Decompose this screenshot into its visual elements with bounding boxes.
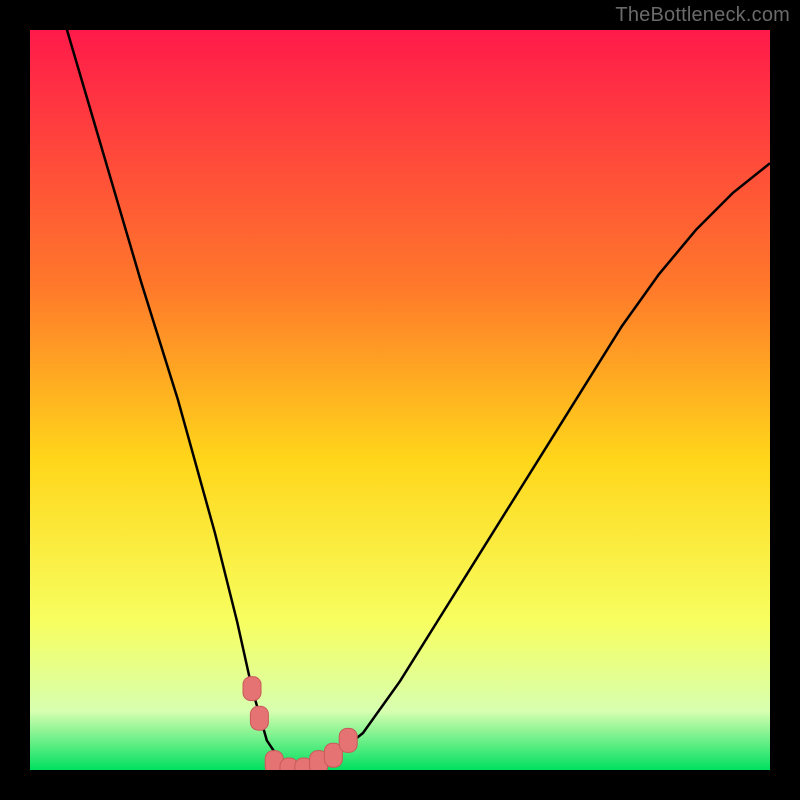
marker-h (339, 728, 357, 752)
chart-svg (30, 30, 770, 770)
watermark-text: TheBottleneck.com (615, 4, 790, 27)
marker-b (250, 706, 268, 730)
gradient-background (30, 30, 770, 770)
plot-area (30, 30, 770, 770)
marker-a (243, 677, 261, 701)
chart-frame: TheBottleneck.com (0, 0, 800, 800)
